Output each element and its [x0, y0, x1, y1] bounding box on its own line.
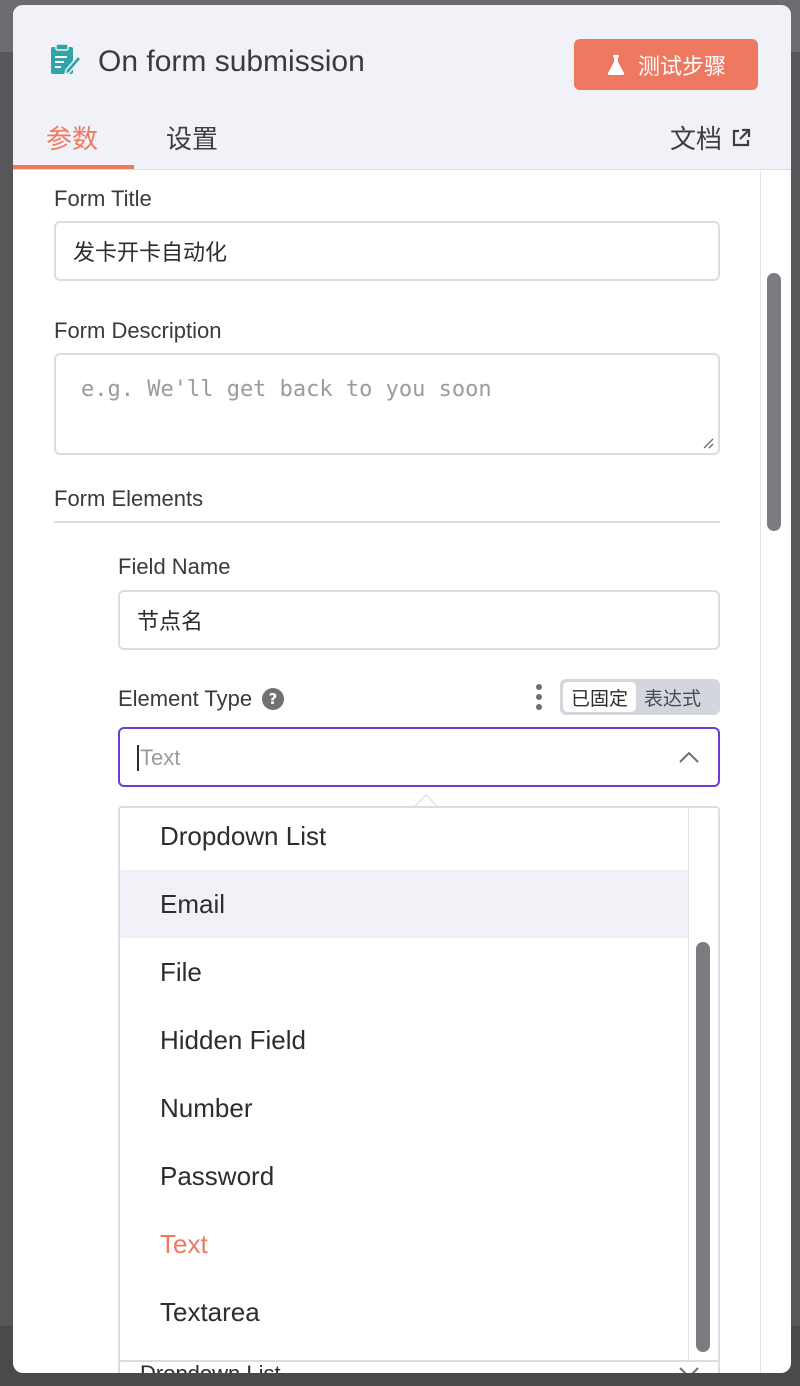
- dropdown-option-file[interactable]: File: [120, 938, 688, 1006]
- dropdown-option-number[interactable]: Number: [120, 1074, 688, 1142]
- panel-header: On form submission 测试步骤 参数 设置 文档: [13, 5, 791, 170]
- toggle-fixed[interactable]: 已固定: [563, 682, 637, 712]
- external-link-icon: [732, 128, 751, 146]
- element-type-select-placeholder: Text: [140, 745, 181, 770]
- form-description-label: Form Description: [54, 318, 222, 343]
- help-icon[interactable]: ?: [262, 688, 285, 710]
- flask-icon: [607, 54, 625, 75]
- form-title-input[interactable]: 发卡开卡自动化: [54, 221, 720, 281]
- fixed-expression-toggle[interactable]: 已固定 表达式: [560, 679, 720, 715]
- test-step-button[interactable]: 测试步骤: [574, 39, 758, 90]
- tab-settings[interactable]: 设置: [166, 119, 218, 156]
- element-type-label-row: Element Type ?: [118, 686, 285, 712]
- dropdown-option-password[interactable]: Password: [120, 1142, 688, 1210]
- dropdown-option-textarea[interactable]: Textarea: [120, 1278, 688, 1346]
- resize-handle-icon[interactable]: [702, 437, 714, 449]
- section-divider: [54, 521, 720, 523]
- panel-scrollbar[interactable]: [767, 273, 781, 531]
- dropdown-scrollbar[interactable]: [696, 942, 710, 1352]
- form-description-placeholder: e.g. We'll get back to you soon: [81, 377, 492, 402]
- test-step-label: 测试步骤: [637, 53, 726, 79]
- dropdown-option-text[interactable]: Text: [120, 1210, 688, 1278]
- docs-link[interactable]: 文档: [670, 119, 752, 156]
- node-title: On form submission: [98, 45, 365, 78]
- field-name-label: Field Name: [118, 554, 231, 579]
- svg-text:?: ?: [269, 690, 278, 708]
- dropdown-option-email[interactable]: Email: [120, 870, 688, 938]
- field-name-input[interactable]: 节点名: [118, 590, 720, 650]
- next-element-type-value: Dropdown List: [140, 1361, 281, 1373]
- dropdown-scroll-track: [688, 808, 689, 1360]
- element-type-dropdown: Dropdown List Email File Hidden Field Nu…: [118, 806, 720, 1362]
- element-type-label: Element Type: [118, 686, 253, 711]
- docs-link-label: 文档: [670, 124, 723, 154]
- form-edit-icon: [51, 43, 82, 76]
- toggle-expression[interactable]: 表达式: [636, 684, 709, 711]
- form-description-textarea[interactable]: e.g. We'll get back to you soon: [54, 353, 720, 455]
- chevron-up-icon[interactable]: [678, 747, 700, 769]
- active-tab-indicator: [13, 165, 134, 169]
- node-settings-panel: On form submission 测试步骤 参数 设置 文档 Form Ti…: [13, 5, 791, 1373]
- dropdown-option-dropdown-list[interactable]: Dropdown List: [120, 808, 688, 870]
- form-title-label: Form Title: [54, 186, 152, 211]
- chevron-down-icon[interactable]: [678, 1361, 700, 1373]
- text-cursor: [137, 745, 139, 771]
- dropdown-option-hidden-field[interactable]: Hidden Field: [120, 1006, 688, 1074]
- form-elements-label: Form Elements: [54, 486, 204, 511]
- element-type-select[interactable]: Text: [118, 727, 720, 787]
- tab-parameters[interactable]: 参数: [46, 119, 98, 156]
- options-menu-icon[interactable]: [536, 684, 542, 710]
